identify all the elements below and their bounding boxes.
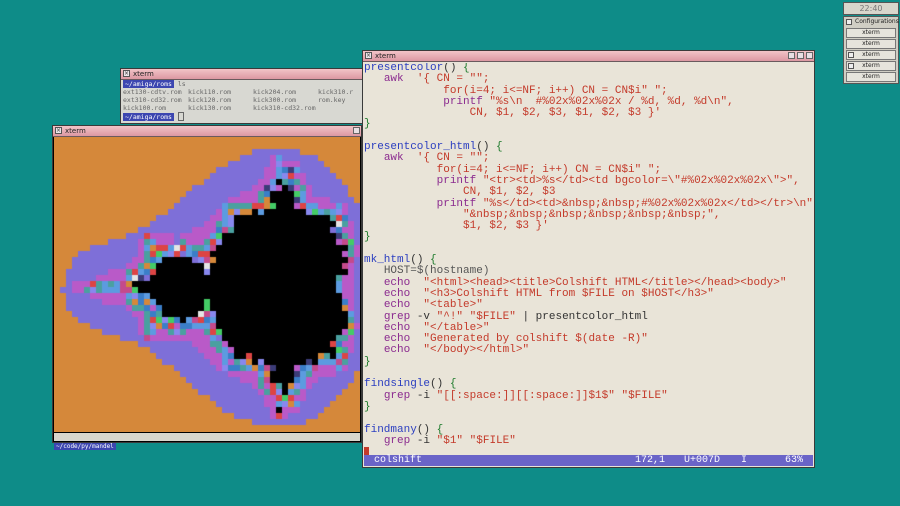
status-path: ~/code/py/mandel	[54, 443, 116, 450]
code-editor-text[interactable]: presentcolor() { awk '{ CN = ""; for(i=4…	[364, 63, 813, 455]
window-title: xterm	[133, 70, 154, 78]
window-title: xterm	[375, 52, 396, 60]
xterm-mandel-titlebar[interactable]: × xterm	[53, 126, 361, 137]
window-list-item[interactable]: xterm	[846, 72, 896, 82]
close-icon[interactable]: ×	[123, 70, 130, 77]
window-list-item[interactable]: xterm	[846, 28, 896, 38]
xterm-ls-titlebar[interactable]: × xterm	[121, 69, 371, 80]
xterm-ls-window[interactable]: × xterm ~/amiga/roms ls ext130-cdtv.rom ki…	[120, 68, 372, 124]
panel-title: Configurations 6	[844, 17, 899, 35]
terminal-status-line: ~/code/py/mandel	[54, 433, 360, 450]
status-position: 172,1	[635, 455, 666, 466]
panel-checkbox-icon	[846, 19, 852, 25]
window-list-panel: Configurations 6 xterm xterm xterm xterm…	[843, 16, 899, 84]
status-filename: colshift	[374, 455, 423, 466]
window-list-item[interactable]: xterm	[846, 50, 896, 60]
window-title: xterm	[65, 127, 86, 135]
status-char: U+007D	[684, 455, 721, 466]
window-checkbox-icon	[848, 52, 854, 58]
ls-row: kick100.rom kick130.rom kick310-cd32.rom	[123, 104, 316, 112]
editor-titlebar[interactable]: × xterm	[363, 51, 814, 62]
ls-row: ext310-cd32.rom kick120.rom kick300.rom rom…	[123, 96, 346, 104]
maximize-icon[interactable]	[797, 52, 804, 59]
terminal-output[interactable]: ~/amiga/roms ls ext130-cdtv.rom kick110.ro…	[123, 80, 369, 121]
clock: 22:40	[843, 2, 899, 15]
ls-row: ext130-cdtv.rom kick110.rom kick204.rom kic…	[123, 88, 354, 96]
mandelbrot-render	[54, 137, 360, 432]
text-cursor	[364, 447, 369, 455]
iconify-icon[interactable]	[788, 52, 795, 59]
maximize-icon[interactable]	[353, 127, 360, 134]
editor-window[interactable]: × xterm presentcolor() { awk '{ CN = "";…	[362, 50, 815, 468]
shell-prompt: ~/amiga/roms	[123, 80, 174, 88]
close-icon[interactable]: ×	[55, 127, 62, 134]
shell-command: ls	[177, 80, 186, 88]
window-list-item[interactable]: xterm	[846, 61, 896, 71]
xterm-mandel-window[interactable]: × xterm ~/code/py/mandel	[52, 125, 362, 450]
window-checkbox-icon	[848, 63, 854, 69]
editor-status-bar: colshift 172,1 U+007D I 63%	[364, 455, 813, 466]
shell-prompt: ~/amiga/roms	[123, 112, 174, 121]
terminal-cursor	[177, 112, 184, 121]
window-list-item[interactable]: xterm	[846, 39, 896, 49]
status-mode: I	[741, 455, 748, 466]
resize-icon[interactable]	[806, 52, 813, 59]
status-percent: 63%	[785, 455, 804, 466]
close-icon[interactable]: ×	[365, 52, 372, 59]
